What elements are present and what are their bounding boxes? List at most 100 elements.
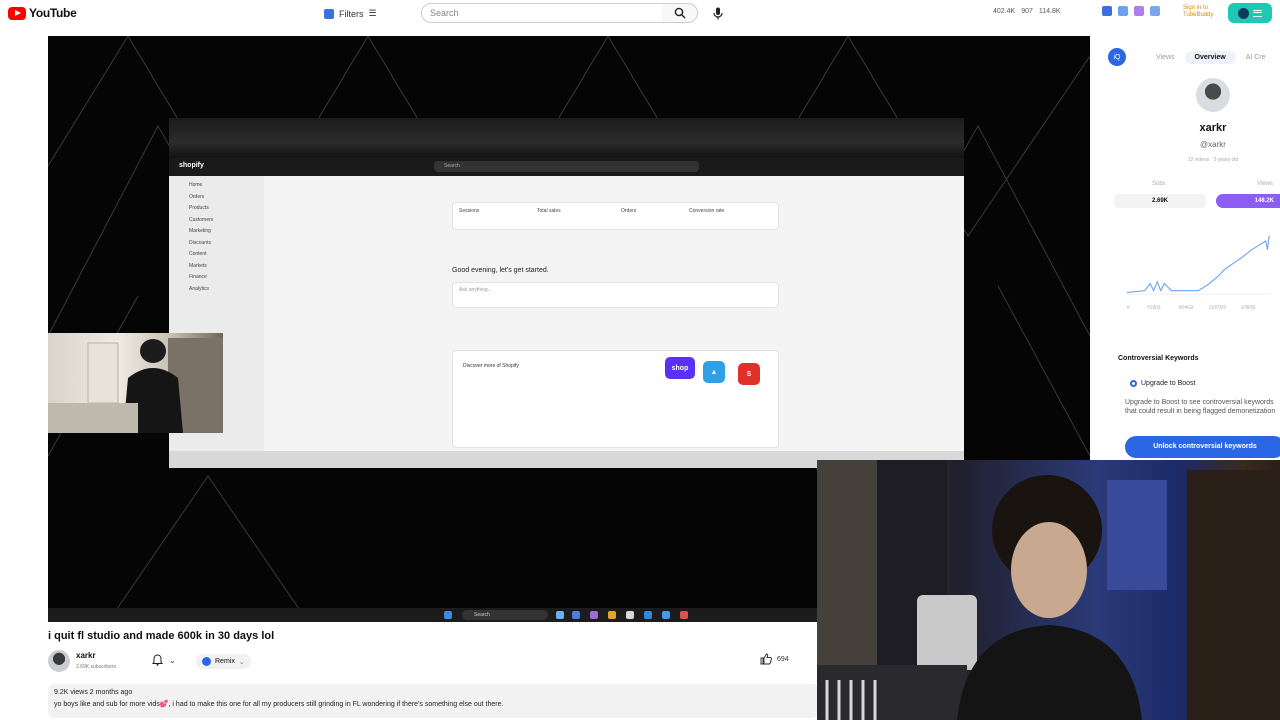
shopify-metrics-card: Sessions Total sales Orders Conversion r… [452,202,779,230]
edit-icon[interactable] [1150,6,1160,16]
shopify-nav-item: Marketing [189,228,211,234]
windows-start-icon [444,611,452,619]
sliders-icon: ☰ [368,8,377,18]
channel-name[interactable]: xarkr [76,651,96,660]
vidiq-logo[interactable]: iQ [1108,48,1126,66]
shopify-nav-item: Content [189,251,207,257]
discover-title: Discover more of Shopify [463,363,519,369]
video-title: i quit fl studio and made 600k in 30 day… [48,630,275,642]
subscriber-count: 2.69K subscribers [76,664,117,670]
menu-icon [1253,9,1262,17]
shot-top-bar [169,118,964,158]
shopify-greeting: Good evening, let's get started. [452,267,549,274]
youtube-play-icon [8,6,26,20]
tab-ai-create[interactable]: AI Cre [1236,51,1276,64]
top-bar: YouTube Filters ☰ Search 402.4K 907 114.… [0,0,1280,28]
chart-x-label: 9/24/22 [1179,304,1194,309]
shopify-logo: shopify [179,162,204,169]
taskbar-app-icon [556,611,564,619]
chart-x-label: 7/22/11 [1147,304,1162,309]
chart-x-label: 1/30/25 [1241,304,1256,309]
search-button[interactable] [662,3,698,23]
stat-views: 402.4K [993,8,1016,15]
extension-icon[interactable] [1102,6,1112,16]
voice-search-button[interactable] [709,4,727,22]
extension-icons [1102,6,1160,16]
windows-taskbar: Search [48,608,818,622]
folder-icon [608,611,616,619]
filter-icon [324,8,334,19]
shopify-app-icon: ▲ [703,361,725,383]
search-input[interactable]: Search [421,3,663,23]
microphone-icon [713,7,723,19]
remix-icon [202,657,211,666]
views-value: 148.2K [1216,194,1280,208]
upgrade-title-row: Upgrade to Boost [1130,380,1195,387]
share-icon[interactable] [1118,6,1128,16]
tubebuddy-signin-link[interactable]: Sign in to TubeBuddy [1183,5,1223,19]
shopify-nav-item: Markets [189,262,207,269]
extension-logo-icon [1238,7,1249,19]
taskbar-app-icon [572,611,580,619]
streamer-webcam-image [817,460,1280,720]
shopify-nav: shopify Search [169,158,964,176]
chevron-down-icon: ⌄ [238,658,245,666]
shopify-discover-card: Discover more of Shopify shop ▲ S [452,350,779,448]
tubebuddy-stats: 402.4K 907 114.8K [993,8,1061,15]
filters-button[interactable]: Filters ☰ [318,5,383,22]
taskbar-app-icon [590,611,598,619]
video-description: yo boys like and sub for more vids💕, i h… [54,701,504,708]
chevron-down-icon: ⌄ [169,655,176,665]
shopify-nav-item: Discounts [189,239,211,246]
subs-label: Subs [1152,181,1166,187]
like-count: 694 [777,655,789,663]
webcam-overlay [817,460,1280,720]
taskbar-app-icon [680,611,688,619]
panel-channel-handle: @xarkr [1200,140,1226,149]
tab-overview[interactable]: Overview [1184,50,1236,64]
upgrade-icon [1130,380,1137,387]
remix-label: Remix [215,658,235,665]
filters-label: Filters [339,8,364,19]
shopify-nav-item: Analytics [189,285,210,292]
shopify-screen-capture: shopify Search Home Orders Products Cust… [169,118,964,468]
views-label: Views [1257,181,1273,187]
subs-value: 2.69K [1114,194,1206,208]
bell-icon [152,654,163,666]
panel-channel-meta: 12 videos · 5 years old [1187,157,1239,163]
chrome-icon [626,611,634,619]
like-button[interactable]: 694 [760,653,789,665]
tag-icon[interactable] [1134,6,1144,16]
shopify-nav-item: Finance [189,274,207,280]
channel-avatar[interactable] [1196,78,1230,112]
chart-x-label: 0 [1127,304,1130,309]
metric-conversion: Conversion rate [689,208,725,214]
shopify-nav-item: Orders [189,193,205,200]
extension-menu-button[interactable] [1228,3,1272,23]
remix-button[interactable]: Remix ⌄ [196,654,251,669]
person-at-desk-image [48,338,223,433]
youtube-logo[interactable]: YouTube [8,6,77,20]
notification-bell-button[interactable]: ⌄ [152,654,176,666]
chart-x-label: 11/27/23 [1209,304,1226,309]
thumbs-up-icon [760,653,772,665]
upgrade-description: Upgrade to Boost to see controversial ke… [1125,399,1276,415]
views-growth-chart: 0 7/22/11 9/24/22 11/27/23 1/30/25 [1126,235,1271,309]
search-icon [674,7,685,19]
shopify-ask-box: Ask anything... [452,282,779,308]
panel-channel-name: xarkr [1199,122,1227,134]
edge-icon [644,611,652,619]
controversial-keywords-title: Controversial Keywords [1118,355,1199,362]
logo-text: YouTube [29,6,77,20]
unlock-keywords-button[interactable]: Unlock controversial keywords [1125,436,1280,458]
small-webcam-overlay [48,333,223,433]
shopify-search: Search [434,161,699,172]
tab-views[interactable]: Views [1146,51,1185,64]
metric-orders: Orders [621,208,637,214]
channel-avatar-small[interactable] [48,650,70,672]
taskbar-search: Search [462,610,548,620]
s-app-badge: S [738,363,760,385]
analytics-panel: iQ Views Overview AI Cre xarkr @xarkr 12… [1100,42,1280,462]
stat-subs: 114.8K [1038,8,1061,15]
upgrade-title: Upgrade to Boost [1141,380,1196,387]
